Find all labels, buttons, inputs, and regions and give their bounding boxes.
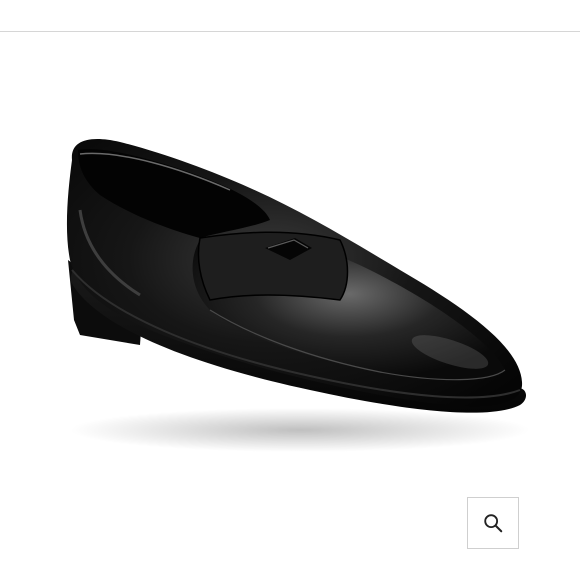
zoom-button[interactable] [467, 497, 519, 549]
floor-shadow [70, 408, 530, 452]
penny-strap [197, 231, 349, 301]
top-divider [0, 31, 580, 32]
magnifier-icon [484, 514, 503, 533]
product-image [66, 139, 530, 452]
